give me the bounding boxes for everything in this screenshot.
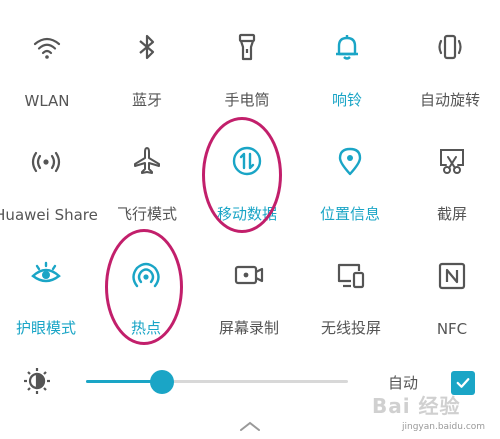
nfc-icon — [432, 256, 472, 296]
tile-label: NFC — [436, 320, 468, 338]
tile-label: 护眼模式 — [15, 319, 76, 337]
airplane-icon — [127, 142, 167, 179]
tile-label: Huawei Share — [0, 206, 98, 224]
tile-flashlight[interactable]: 手电筒 — [197, 10, 297, 110]
bell-icon — [327, 28, 367, 65]
tile-label: 飞行模式 — [116, 205, 177, 223]
quick-settings-grid: WLAN 蓝牙 手电筒 响铃 自动旋转 Huawei Share 飞行模式 移动… — [0, 0, 500, 340]
tile-label: 蓝牙 — [131, 91, 162, 109]
tile-auto-rotate[interactable]: 自动旋转 — [400, 10, 500, 110]
cast-icon — [331, 256, 371, 293]
tile-label: 响铃 — [331, 91, 362, 109]
screenshot-icon — [432, 142, 472, 179]
chevron-up-icon[interactable] — [238, 418, 262, 432]
tile-label: WLAN — [24, 92, 70, 110]
eye-icon — [26, 256, 66, 293]
tile-screenshot[interactable]: 截屏 — [402, 124, 500, 224]
tile-huawei-share[interactable]: Huawei Share — [0, 124, 98, 224]
tile-label: 自动旋转 — [419, 91, 480, 109]
tile-eye-comfort[interactable]: 护眼模式 — [0, 238, 96, 338]
tile-hotspot[interactable]: 热点 — [96, 238, 196, 338]
baidu-watermark: Bai 经验 — [372, 394, 461, 418]
tile-airplane-mode[interactable]: 飞行模式 — [97, 124, 197, 224]
brightness-slider-track[interactable] — [86, 380, 348, 383]
tile-label: 截屏 — [436, 205, 467, 223]
tile-ring[interactable]: 响铃 — [297, 10, 397, 110]
tile-screen-record[interactable]: 屏幕录制 — [199, 238, 299, 338]
hotspot-icon — [126, 256, 166, 293]
screen-record-icon — [229, 256, 269, 293]
huawei-share-icon — [26, 142, 66, 182]
tile-wireless-projection[interactable]: 无线投屏 — [301, 238, 401, 338]
watermark-url: jingyan.baidu.com — [402, 422, 486, 432]
brightness-icon — [22, 366, 52, 396]
tile-label: 手电筒 — [224, 91, 270, 109]
tile-label: 屏幕录制 — [218, 319, 279, 337]
tile-label: 无线投屏 — [320, 319, 381, 337]
mobile-data-icon — [227, 142, 267, 179]
brightness-slider-thumb[interactable] — [149, 370, 174, 394]
tile-label: 位置信息 — [319, 205, 380, 223]
tile-label: 移动数据 — [216, 205, 277, 223]
flashlight-icon — [227, 28, 267, 65]
location-icon — [330, 142, 370, 179]
auto-rotate-icon — [430, 28, 470, 65]
tile-nfc[interactable]: NFC — [402, 238, 500, 338]
tile-mobile-data[interactable]: 移动数据 — [197, 124, 297, 224]
tile-location[interactable]: 位置信息 — [300, 124, 400, 224]
bluetooth-icon — [127, 28, 167, 65]
tile-bluetooth[interactable]: 蓝牙 — [97, 10, 197, 110]
tile-label: 热点 — [130, 319, 161, 337]
wifi-icon — [27, 28, 67, 68]
tile-wlan[interactable]: WLAN — [0, 10, 97, 110]
